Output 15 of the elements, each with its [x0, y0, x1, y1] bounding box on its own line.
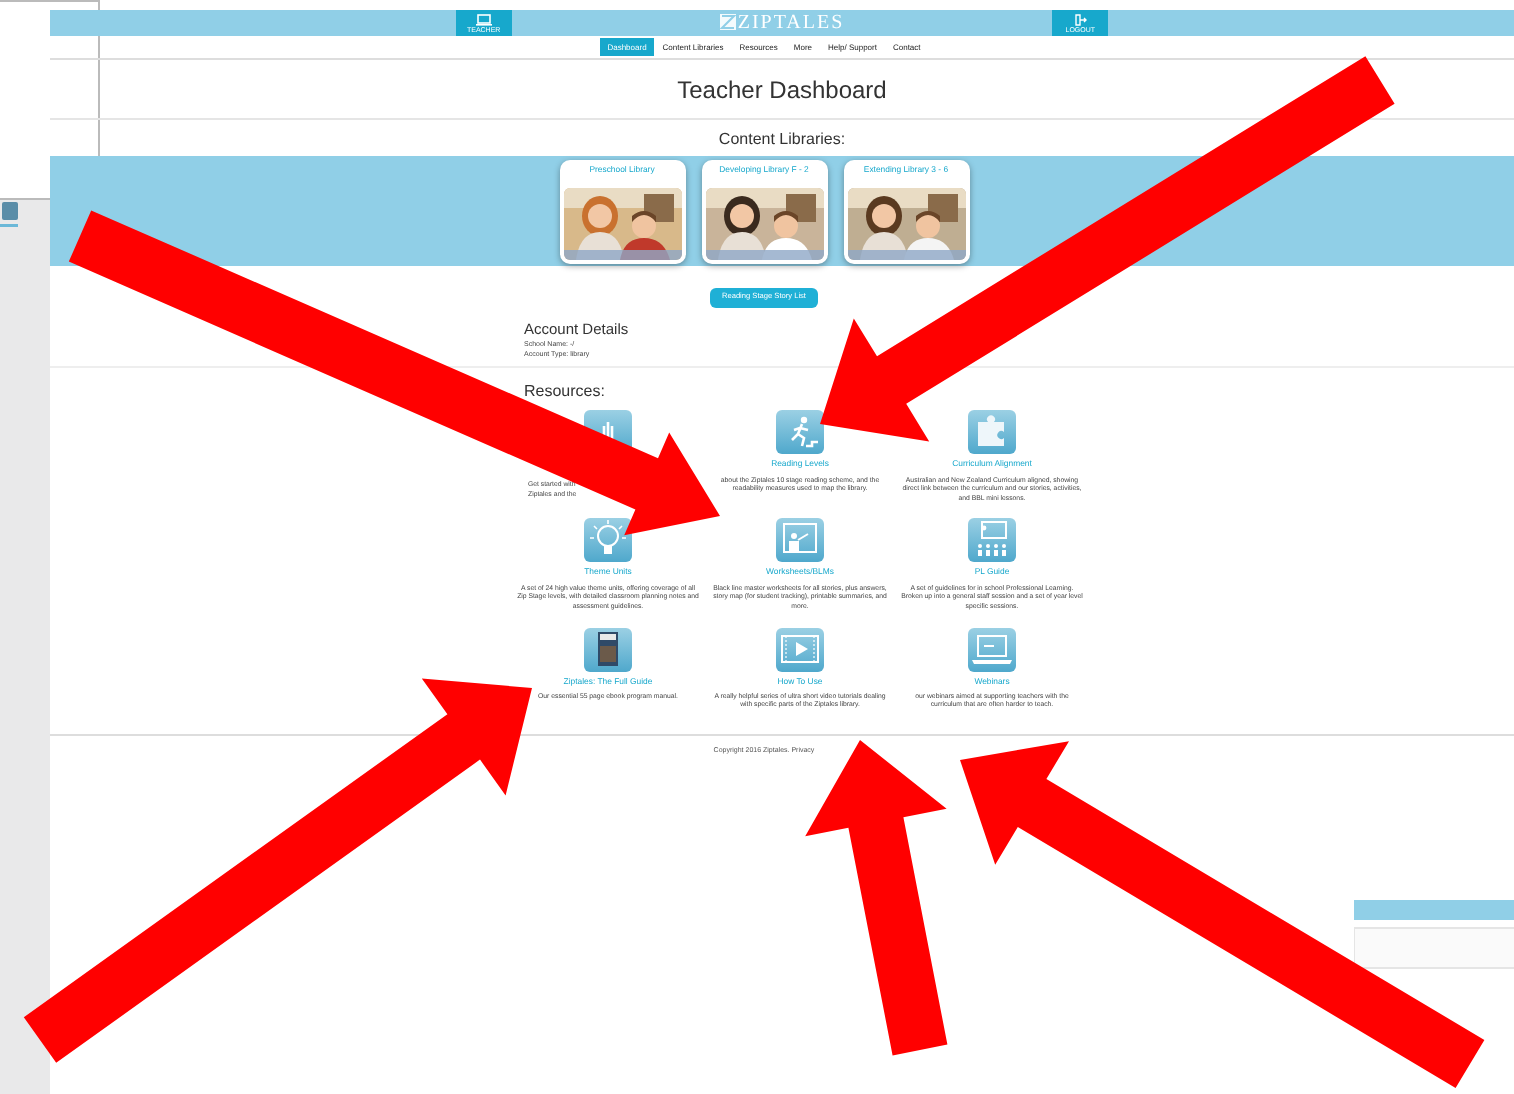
video-icon[interactable]: [776, 627, 824, 671]
book-icon[interactable]: [584, 627, 632, 671]
presentation-icon[interactable]: [776, 518, 824, 563]
section-heading: Content Libraries:: [716, 128, 848, 152]
runner-icon[interactable]: [776, 410, 824, 455]
lightbulb-icon[interactable]: [584, 518, 632, 563]
section-heading: Resources:: [524, 380, 607, 405]
page-title: Teacher Dashboard: [675, 74, 889, 108]
app-icon: [0, 200, 20, 228]
teaching-icon[interactable]: [968, 518, 1016, 563]
laptop-icon[interactable]: [968, 627, 1016, 671]
screen-icon: [475, 13, 492, 26]
logout-icon: [1073, 13, 1088, 26]
logo: ZIPTALES: [719, 8, 845, 38]
puzzle-icon[interactable]: [968, 410, 1016, 455]
